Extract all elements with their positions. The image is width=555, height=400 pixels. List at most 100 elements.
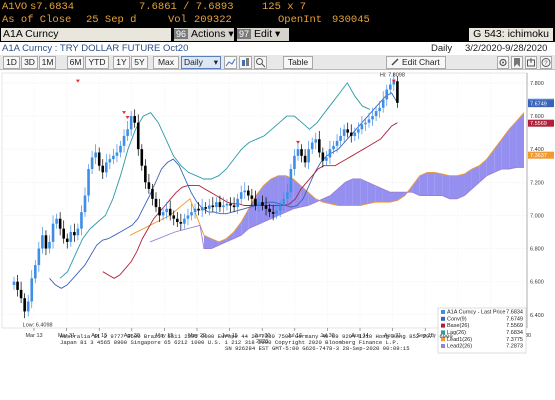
bookmark-icon-button[interactable] (511, 56, 523, 69)
candle-body (229, 203, 232, 206)
candle-body (236, 198, 239, 208)
table-button[interactable]: Table (283, 56, 313, 69)
candle-body (364, 122, 367, 125)
candle-body (193, 208, 197, 213)
candle-body (197, 208, 200, 211)
candle-body (30, 278, 34, 302)
candle-body (44, 235, 48, 249)
candle-body (346, 129, 349, 133)
candle-body (183, 218, 186, 224)
command-bar: A1A Curncy 96 Actions ▾ 97 Edit ▾ G 543: i… (0, 27, 555, 42)
candle-body (105, 162, 108, 173)
cloud-segment (360, 178, 368, 206)
candle-body (161, 212, 165, 216)
candle-body (268, 208, 271, 213)
candle-body (374, 111, 378, 117)
candle-body (190, 212, 193, 216)
cloud-segment (442, 174, 450, 199)
candle-body (186, 215, 190, 219)
quote-openint-value: 930045 (332, 14, 370, 26)
candle-body (282, 198, 286, 206)
candle-body (225, 203, 229, 206)
legend-swatch (441, 310, 445, 314)
legend-series-name: Conv(9) (447, 316, 467, 322)
candle-body (179, 222, 183, 224)
zoom-icon-button[interactable] (254, 56, 267, 69)
chart-title-bar: A1A Curncy : TRY DOLLAR FUTURE Oct20 Dai… (0, 42, 555, 56)
footer-line-session: SN 926284 EST GMT-5:00 G626-7478-3 28-Se… (225, 345, 410, 353)
candle-body (321, 152, 325, 161)
export-icon (527, 58, 535, 67)
candle-body (310, 142, 314, 150)
legend-series-value: 7.6834 (506, 310, 523, 316)
quote-bid-ask: 7.6861 / 7.6893 (139, 1, 234, 13)
low-label: Low: 6.4098 (23, 322, 53, 328)
candle-body (62, 228, 65, 239)
function-title: G 543: ichimoku (469, 28, 553, 41)
candle-body (289, 169, 293, 193)
edit-dropdown-icon: ▾ (272, 28, 281, 40)
legend-series-value: 7.6749 (506, 316, 523, 322)
candle-body (215, 202, 218, 208)
y-tick-label: 6.400 (530, 313, 544, 319)
period-button-1m[interactable]: 1M (39, 56, 56, 69)
candle-body (48, 241, 51, 249)
period-button-max[interactable]: Max (153, 56, 179, 69)
candle-body (335, 140, 339, 146)
candle-body (34, 265, 37, 279)
y-tick-label: 7.200 (530, 180, 544, 186)
candle-body (261, 202, 264, 206)
quote-last-price: s7.6834 (30, 1, 75, 13)
candle-body (271, 212, 275, 214)
candle-body (396, 81, 399, 103)
period-button-1y[interactable]: 1Y (113, 56, 130, 69)
candle-body (339, 135, 342, 141)
quote-vol-value: 209322 (194, 14, 232, 26)
bloomberg-terminal-window: A1VO s7.6834 7.6861 / 7.6893 125 x 7 As … (0, 0, 555, 400)
edit-menu-button[interactable]: 97 Edit ▾ (237, 28, 289, 41)
chart-type-icon[interactable] (224, 56, 237, 69)
compare-icon (242, 58, 249, 66)
candle-body (211, 205, 215, 208)
candle-body (80, 212, 83, 229)
candle-body (371, 116, 374, 120)
frequency-select[interactable]: Daily ▾ (181, 56, 221, 69)
edit-chart-button[interactable]: Edit Chart (386, 56, 446, 69)
candle-body (303, 155, 307, 163)
y-tick-label: 7.600 (530, 114, 544, 120)
candle-body (122, 135, 126, 146)
candle-body (172, 215, 176, 219)
export-icon-button[interactable] (525, 56, 537, 69)
actions-menu-button[interactable]: 96 Actions ▾ (174, 28, 234, 41)
period-button-1d[interactable]: 1D (3, 56, 20, 69)
legend-swatch (441, 316, 445, 321)
chart-date-range: 3/2/2020-9/28/2020 (465, 43, 548, 54)
cloud-segment (345, 178, 353, 206)
frequency-select-value: Daily (184, 57, 203, 67)
candle-body (19, 289, 23, 299)
candle-body (158, 207, 161, 216)
candle-body (293, 155, 296, 170)
y-tick-label: 6.800 (530, 247, 544, 253)
compare-icon-button[interactable] (239, 56, 252, 69)
period-button-3d[interactable]: 3D (21, 56, 38, 69)
period-button-ytd[interactable]: YTD (85, 56, 109, 69)
chart-period: Daily (431, 43, 453, 54)
quote-asof-date: 25 Sep d (86, 14, 137, 26)
candle-body (300, 149, 303, 156)
quote-openint-label: OpenInt (278, 14, 323, 26)
help-icon: ? (541, 58, 551, 67)
quote-bar: A1VO s7.6834 7.6861 / 7.6893 125 x 7 As … (0, 0, 555, 27)
security-input[interactable]: A1A Curncy (1, 28, 171, 41)
candle-body (239, 192, 243, 199)
quote-vol-label: Vol (168, 14, 187, 26)
period-button-6m[interactable]: 6M (67, 56, 84, 69)
candle-body (108, 159, 112, 163)
candle-body (65, 238, 69, 242)
candle-body (342, 129, 346, 136)
help-icon-button[interactable]: ? (540, 56, 552, 69)
period-button-5y[interactable]: 5Y (131, 56, 148, 69)
candle-body (151, 188, 154, 199)
settings-icon-button[interactable] (497, 56, 509, 69)
price-tag-label: 7.3637 (530, 153, 547, 159)
